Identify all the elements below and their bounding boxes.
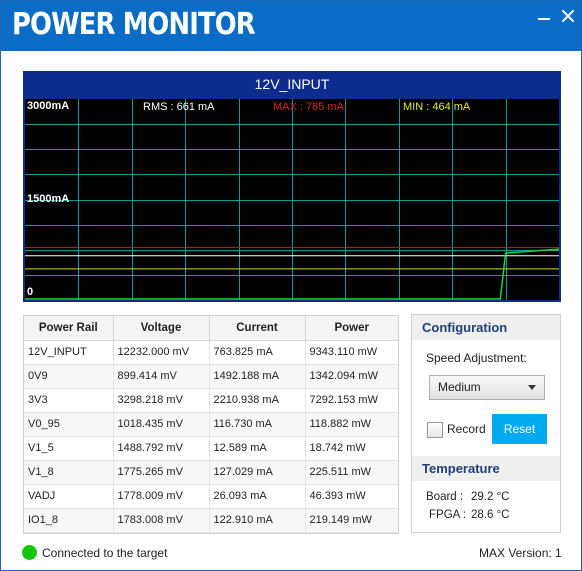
- table-cell: 1342.094 mW: [305, 364, 398, 389]
- table-cell: 1778.009 mV: [113, 484, 210, 509]
- y-tick-mid: 1500mA: [27, 193, 70, 205]
- table-cell: 763.825 mA: [209, 340, 306, 365]
- title-bar: POWER MONITOR: [1, 1, 581, 51]
- connection-status-text: Connected to the target: [42, 546, 168, 560]
- table-cell: 9343.110 mW: [305, 340, 398, 365]
- table-cell: 12232.000 mV: [113, 340, 210, 365]
- speed-adjustment-label: Speed Adjustment:: [426, 351, 527, 365]
- table-row[interactable]: VADJ 1778.009 mV 26.093 mA 46.393 mW: [24, 484, 398, 509]
- fpga-temp-label: FPGA :: [429, 509, 467, 521]
- chart-svg: [25, 99, 559, 300]
- table-cell: IO1_8: [24, 508, 114, 533]
- table-row[interactable]: V0_95 1018.435 mV 116.730 mA 118.882 mW: [24, 412, 398, 437]
- board-temp-label: Board :: [426, 491, 464, 503]
- table-row[interactable]: V1_5 1488.792 mV 12.589 mA 18.742 mW: [24, 436, 398, 461]
- table-cell: 2210.938 mA: [209, 388, 306, 413]
- column-header[interactable]: Current: [209, 316, 306, 341]
- table-cell: 0V9: [24, 364, 114, 389]
- fpga-temp-value: 28.6 °C: [471, 509, 510, 521]
- table-cell: 3V3: [24, 388, 114, 413]
- configuration-panel: Configuration Speed Adjustment: Medium R…: [411, 314, 561, 533]
- chevron-down-icon: [528, 385, 536, 390]
- power-rail-table: Power Rail Voltage Current Power 12V_INP…: [23, 315, 399, 534]
- current-chart: 12V_INPUT 3000mA 1500mA 0 RMS : 661 mA M…: [23, 71, 561, 302]
- table-cell: V0_95: [24, 412, 114, 437]
- record-checkbox[interactable]: [427, 422, 443, 438]
- table-header-row: Power Rail Voltage Current Power: [24, 316, 398, 341]
- table-row[interactable]: 3V3 3298.218 mV 2210.938 mA 7292.153 mW: [24, 388, 398, 413]
- column-header[interactable]: Power Rail: [24, 316, 114, 341]
- min-stat: MIN : 464 mA: [403, 101, 471, 113]
- connection-status-icon: [22, 545, 37, 560]
- table-cell: 12V_INPUT: [24, 340, 114, 365]
- version-text: MAX Version: 1: [479, 546, 562, 560]
- table-cell: 118.882 mW: [305, 412, 398, 437]
- table-cell: V1_5: [24, 436, 114, 461]
- table-cell: 12.589 mA: [209, 436, 306, 461]
- table-cell: 1783.008 mV: [113, 508, 210, 533]
- reset-button[interactable]: Reset: [492, 414, 547, 444]
- table-cell: 7292.153 mW: [305, 388, 398, 413]
- chart-title: 12V_INPUT: [254, 76, 330, 92]
- chart-plot-area: 3000mA 1500mA 0 RMS : 661 mA MAX : 785 m…: [25, 99, 559, 300]
- table-cell: 116.730 mA: [209, 412, 306, 437]
- record-label[interactable]: Record: [447, 422, 486, 436]
- table-cell: 219.149 mW: [305, 508, 398, 533]
- table-cell: VADJ: [24, 484, 114, 509]
- table-cell: 1018.435 mV: [113, 412, 210, 437]
- table-cell: 26.093 mA: [209, 484, 306, 509]
- table-cell: 122.910 mA: [209, 508, 306, 533]
- table-cell: 18.742 mW: [305, 436, 398, 461]
- table-row[interactable]: 12V_INPUT 12232.000 mV 763.825 mA 9343.110 …: [24, 340, 398, 365]
- speed-select-value: Medium: [438, 380, 481, 394]
- table-cell: 899.414 mV: [113, 364, 210, 389]
- max-stat: MAX : 785 mA: [273, 101, 344, 113]
- table-cell: 225.511 mW: [305, 460, 398, 485]
- table-cell: 3298.218 mV: [113, 388, 210, 413]
- board-temp-value: 29.2 °C: [471, 491, 510, 503]
- rms-stat: RMS : 661 mA: [143, 101, 215, 113]
- table-cell: 1492.188 mA: [209, 364, 306, 389]
- y-tick-bottom: 0: [27, 286, 34, 298]
- temperature-header: Temperature: [412, 456, 560, 481]
- configuration-header: Configuration: [412, 315, 560, 340]
- table-cell: V1_8: [24, 460, 114, 485]
- table-cell: 46.393 mW: [305, 484, 398, 509]
- table-row[interactable]: V1_8 1775.265 mV 127.029 mA 225.511 mW: [24, 460, 398, 485]
- close-icon[interactable]: [559, 7, 577, 25]
- table-cell: 1488.792 mV: [113, 436, 210, 461]
- table-row[interactable]: IO1_8 1783.008 mV 122.910 mA 219.149 mW: [24, 508, 398, 533]
- table-cell: 127.029 mA: [209, 460, 306, 485]
- table-cell: 1775.265 mV: [113, 460, 210, 485]
- app-title: POWER MONITOR: [12, 7, 256, 42]
- column-header[interactable]: Power: [305, 316, 398, 341]
- y-tick-top: 3000mA: [27, 100, 70, 112]
- power-monitor-window: POWER MONITOR 12V_INPUT 3000mA 1500mA 0 …: [0, 0, 582, 571]
- minimize-icon[interactable]: [535, 7, 553, 25]
- speed-select[interactable]: Medium: [429, 375, 545, 400]
- column-header[interactable]: Voltage: [113, 316, 210, 341]
- table-row[interactable]: 0V9 899.414 mV 1492.188 mA 1342.094 mW: [24, 364, 398, 389]
